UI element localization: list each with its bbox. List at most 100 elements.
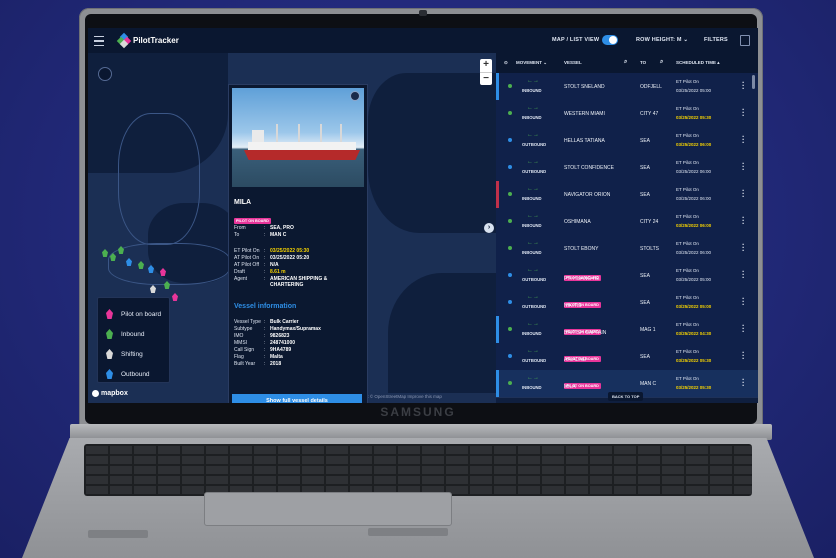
vessel-name: OSHIMANA xyxy=(564,219,591,225)
table-row[interactable]: ←→ OUTBOUND HELLAS TATIANA SEA ET Pilot On 03… xyxy=(496,127,758,155)
scheduled-time: 03/25/2022 06:00 xyxy=(676,142,712,147)
movement-arrows-icon: ←→ xyxy=(527,159,539,165)
flag-label: Flag xyxy=(234,354,244,360)
destination: CITY 47 xyxy=(640,111,659,117)
movement-arrows-icon: ←→ xyxy=(527,213,539,219)
movement-status-dot xyxy=(508,219,512,223)
movement-status-dot xyxy=(508,192,512,196)
more-options-icon[interactable]: · · · xyxy=(742,295,745,309)
zoom-in-button[interactable]: + xyxy=(480,59,492,72)
time-label: ET Pilot On xyxy=(676,295,699,300)
mapbox-logo[interactable]: mapbox xyxy=(92,390,128,397)
movement-column-icon: ⊙ xyxy=(504,60,508,65)
table-row[interactable]: ←→ INBOUND OSHIMANA CITY 24 ET Pilot On 03/25… xyxy=(496,208,758,236)
to-row: To: MAN C xyxy=(234,232,360,238)
scheduled-time: 03/25/2022 05:30 xyxy=(676,115,712,120)
back-to-top-button[interactable]: BACK TO TOP xyxy=(608,392,644,401)
row-height-dropdown[interactable]: ROW HEIGHT: M ⌄ xyxy=(636,37,688,43)
inbound-icon xyxy=(106,329,113,339)
legend-item: Outbound xyxy=(106,368,150,380)
legend-item: Pilot on board xyxy=(106,308,161,320)
table-row[interactable]: ←→ INBOUND STOLT SNELAND ODFJELL ET Pilot On… xyxy=(496,73,758,101)
from-value: SEA, PRO xyxy=(270,225,294,231)
vessel-name: MILA xyxy=(234,199,252,206)
built-year-value: 2018 xyxy=(270,361,282,367)
vessel-name: NAVIGATOR ORION xyxy=(564,192,611,198)
more-options-icon[interactable]: · · · xyxy=(742,322,745,336)
map-list-toggle[interactable] xyxy=(602,35,618,45)
pilot-on-board-icon xyxy=(106,309,113,319)
vessel-type-value: Bulk Carrier xyxy=(270,319,299,325)
zoom-out-button[interactable]: − xyxy=(480,72,492,86)
vessel-name: BRITISH CAPTAIN xyxy=(564,330,607,336)
built-year-label: Built Year xyxy=(234,361,256,367)
more-options-icon[interactable]: · · · xyxy=(742,106,745,120)
movement-arrows-icon: ←→ xyxy=(527,186,539,192)
scheduled-time-column-header[interactable]: SCHEDULED TIME ▴ xyxy=(676,60,720,66)
destination: SEA xyxy=(640,300,651,306)
search-icon[interactable]: ⌕ xyxy=(660,59,663,66)
movement-arrows-icon: ←→ xyxy=(527,348,539,354)
time-label: ET Pilot On xyxy=(676,349,699,354)
more-options-icon[interactable]: · · · xyxy=(742,79,745,93)
river xyxy=(118,113,200,245)
ship-bridge xyxy=(252,130,264,142)
more-options-icon[interactable]: · · · xyxy=(742,187,745,201)
expand-panel-button[interactable]: › xyxy=(484,223,494,233)
more-options-icon[interactable]: · · · xyxy=(742,214,745,228)
layers-icon[interactable] xyxy=(98,67,112,81)
vessel-marker[interactable] xyxy=(150,285,156,293)
table-row[interactable]: ←→ OUTBOUND PILOT ON BOARD NIKITIS SEA ET Pil… xyxy=(496,289,758,317)
movement-label: INBOUND xyxy=(522,196,542,201)
legend-item: Shifting xyxy=(106,348,143,360)
time-label: ET Pilot On xyxy=(676,268,699,273)
subtype-label: Subtype xyxy=(234,326,253,332)
land-area xyxy=(388,273,496,393)
destination: ODFJELL xyxy=(640,84,662,90)
ship-deck xyxy=(248,142,356,150)
at-pilot-on-value: 03/25/2022 05:20 xyxy=(270,255,310,261)
more-options-icon[interactable]: · · · xyxy=(742,268,745,282)
imo-label: IMO xyxy=(234,333,244,339)
vessel-name: HELLAS TATIANA xyxy=(564,138,605,144)
close-icon[interactable] xyxy=(350,91,360,101)
table-row[interactable]: ←→ INBOUND PILOT ON BOARD BRITISH CAPTAIN MA… xyxy=(496,316,758,344)
table-row[interactable]: ←→ INBOUND STOLT EBONY STOLTS ET Pilot On 03/… xyxy=(496,235,758,263)
menu-icon[interactable] xyxy=(94,36,104,46)
to-column-header[interactable]: TO xyxy=(640,60,646,65)
vessel-marker[interactable] xyxy=(102,249,108,257)
movement-column-header[interactable]: MOVEMENT ⌄ xyxy=(516,60,547,66)
table-row[interactable]: ←→ OUTBOUND STOLT CONFIDENCE SEA ET Pilot On… xyxy=(496,154,758,182)
table-row[interactable]: ←→ OUTBOUND PILOT ON BOARD PTI HUANG HE SEA E… xyxy=(496,262,758,290)
movement-status-dot xyxy=(508,300,512,304)
filters-button[interactable]: FILTERS xyxy=(704,37,728,43)
mapbox-icon xyxy=(92,390,99,397)
agent-row: Agent: AMERICAN SHIPPING & CHARTERING xyxy=(234,276,360,288)
table-row[interactable]: ←→ INBOUND NAVIGATOR ORION SEA ET Pilot On 03… xyxy=(496,181,758,209)
movement-label: INBOUND xyxy=(522,115,542,120)
more-options-icon[interactable]: · · · xyxy=(742,160,745,174)
vessel-marker[interactable] xyxy=(172,293,178,301)
more-options-icon[interactable]: · · · xyxy=(742,376,745,390)
at-pilot-on-label: AT Pilot On xyxy=(234,255,260,261)
more-options-icon[interactable]: · · · xyxy=(742,349,745,363)
print-icon[interactable] xyxy=(740,35,750,46)
movement-label: OUTBOUND xyxy=(522,142,547,147)
destination: SEA xyxy=(640,138,651,144)
movement-label: INBOUND xyxy=(522,331,542,336)
more-options-icon[interactable]: · · · xyxy=(742,133,745,147)
search-icon[interactable]: ⌕ xyxy=(624,59,627,66)
scheduled-time: 03/25/2022 05:00 xyxy=(676,304,712,309)
movement-label: INBOUND xyxy=(522,223,542,228)
more-options-icon[interactable]: · · · xyxy=(742,241,745,255)
vessel-column-header[interactable]: VESSEL xyxy=(564,60,582,65)
legend-item: Inbound xyxy=(106,328,145,340)
scrollbar[interactable] xyxy=(752,75,755,89)
show-vessel-details-button[interactable]: Show full vessel details xyxy=(232,394,362,403)
movement-status-dot xyxy=(508,165,512,169)
map-legend: Pilot on board Inbound Shifting Outbound xyxy=(97,297,170,383)
table-row[interactable]: ←→ OUTBOUND PILOT ON BOARD ARIADNE SEA ET Pil… xyxy=(496,343,758,371)
table-row[interactable]: ←→ INBOUND WESTERN MIAMI CITY 47 ET Pilot On… xyxy=(496,100,758,128)
map-view[interactable]: + − Pilot on board Inbound Shifting Outb… xyxy=(88,53,496,403)
destination: STOLTS xyxy=(640,246,659,252)
